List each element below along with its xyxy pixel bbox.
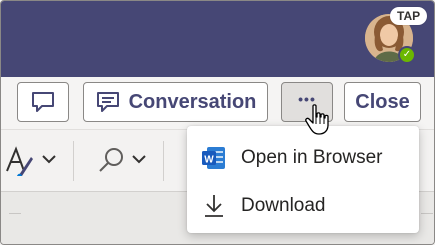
close-label: Close [355, 90, 410, 113]
app-window: TAP ✓ Conversation ••• Close W Open in B… [0, 0, 435, 245]
menu-item-open-in-browser[interactable]: W Open in Browser [187, 133, 419, 183]
ribbon-separator [73, 141, 74, 181]
conversation-icon [96, 92, 119, 112]
comment-icon [32, 92, 54, 112]
conversation-button[interactable]: Conversation [83, 82, 268, 122]
menu-item-label: Open in Browser [241, 147, 383, 168]
word-icon: W [202, 147, 225, 169]
menu-item-download[interactable]: Download [187, 181, 419, 231]
search-icon[interactable] [97, 145, 127, 175]
presence-available-icon: ✓ [398, 46, 416, 64]
ribbon-separator [163, 141, 164, 181]
tap-badge: TAP [390, 7, 428, 25]
download-icon [205, 195, 223, 217]
chevron-down-icon[interactable] [41, 153, 57, 165]
svg-text:W: W [204, 155, 214, 166]
menu-item-label: Download [241, 195, 326, 216]
hand-cursor-icon [305, 104, 329, 135]
comment-button[interactable] [17, 82, 69, 122]
chevron-down-icon[interactable] [131, 153, 147, 165]
doc-margin-mark [9, 213, 21, 214]
more-options-menu: W Open in Browser Download [187, 126, 419, 233]
close-button[interactable]: Close [344, 82, 421, 122]
doc-margin-mark [421, 213, 433, 214]
font-style-icon[interactable] [5, 145, 35, 179]
conversation-label: Conversation [128, 90, 257, 113]
